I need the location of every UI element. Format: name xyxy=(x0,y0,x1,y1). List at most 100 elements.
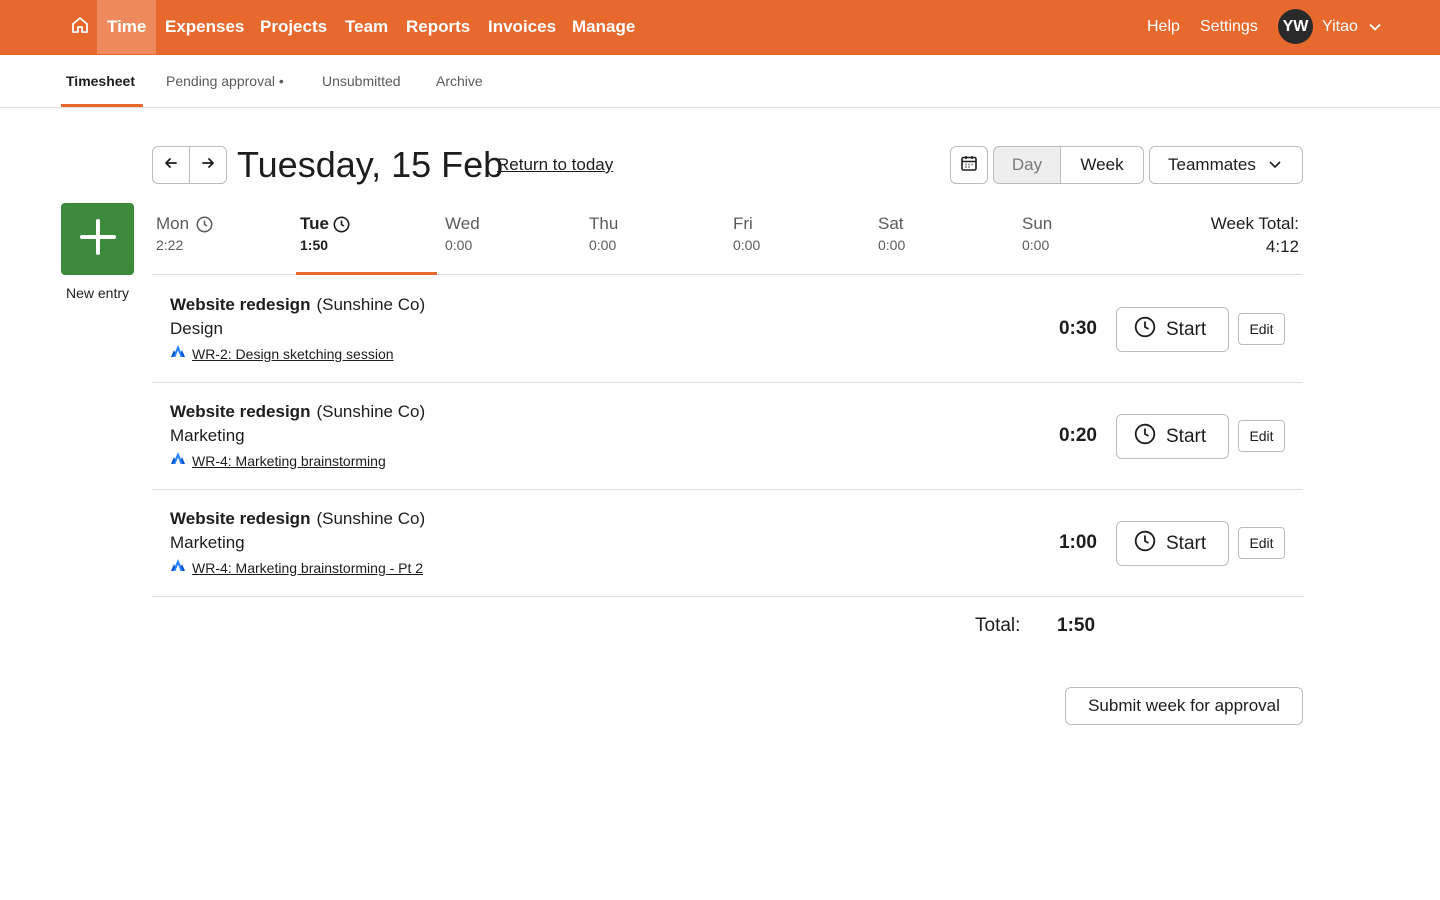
day-total: 0:00 xyxy=(1022,237,1050,253)
settings-link[interactable]: Settings xyxy=(1200,0,1258,54)
next-day-button[interactable] xyxy=(189,146,227,184)
time-entry-row: Website redesign (Sunshine Co) Design WR-… xyxy=(152,276,1303,383)
new-entry-button[interactable] xyxy=(61,203,134,275)
day-total: 0:00 xyxy=(589,237,617,253)
jira-icon xyxy=(170,559,186,576)
home-icon xyxy=(70,15,90,40)
nav-manage[interactable]: Manage xyxy=(572,0,635,54)
entry-duration: 0:30 xyxy=(1058,318,1097,339)
jira-icon xyxy=(170,345,186,362)
calendar-button[interactable] xyxy=(950,146,988,184)
avatar[interactable]: YW xyxy=(1278,9,1313,44)
day-sun[interactable]: Sun 0:00 xyxy=(1018,206,1158,275)
client-name: (Sunshine Co) xyxy=(316,402,426,421)
entry-project: Website redesign (Sunshine Co) xyxy=(170,295,425,315)
clock-icon xyxy=(196,216,213,238)
submit-week-button[interactable]: Submit week for approval xyxy=(1065,687,1303,725)
arrow-left-icon xyxy=(163,155,179,176)
start-label: Start xyxy=(1166,532,1207,554)
sub-nav: Timesheet Pending approval • Unsubmitted… xyxy=(0,55,1440,108)
day-name: Thu xyxy=(589,214,619,233)
active-tab-indicator xyxy=(61,104,143,107)
view-day-toggle[interactable]: Day xyxy=(993,146,1061,184)
time-entry-row: Website redesign (Sunshine Co) Marketing … xyxy=(152,383,1303,490)
page-title: Tuesday, 15 Feb xyxy=(237,144,504,185)
day-total: 0:00 xyxy=(733,237,761,253)
nav-team[interactable]: Team xyxy=(345,0,388,54)
nav-expenses[interactable]: Expenses xyxy=(165,0,244,54)
day-name: Sun xyxy=(1022,214,1053,233)
project-name: Website redesign xyxy=(170,509,311,528)
jira-issue-link[interactable]: WR-4: Marketing brainstorming - Pt 2 xyxy=(192,560,423,576)
week-total-value: 4:12 xyxy=(1265,237,1299,256)
day-thu[interactable]: Thu 0:00 xyxy=(585,206,725,275)
entry-project: Website redesign (Sunshine Co) xyxy=(170,402,425,422)
active-day-indicator xyxy=(296,272,437,275)
jira-reference: WR-2: Design sketching session xyxy=(170,345,394,362)
time-entry-row: Website redesign (Sunshine Co) Marketing … xyxy=(152,490,1303,597)
day-total: 0:00 xyxy=(445,237,473,253)
chevron-down-icon xyxy=(1269,161,1281,169)
start-timer-button[interactable]: Start xyxy=(1116,521,1229,566)
nav-invoices[interactable]: Invoices xyxy=(488,0,556,54)
tab-unsubmitted[interactable]: Unsubmitted xyxy=(322,55,401,108)
edit-entry-button[interactable]: Edit xyxy=(1238,313,1285,345)
tab-timesheet[interactable]: Timesheet xyxy=(66,55,135,108)
nav-projects[interactable]: Projects xyxy=(260,0,327,54)
entry-duration: 1:00 xyxy=(1058,532,1097,553)
start-timer-button[interactable]: Start xyxy=(1116,307,1229,352)
jira-issue-link[interactable]: WR-2: Design sketching session xyxy=(192,346,394,362)
view-week-toggle[interactable]: Week xyxy=(1060,146,1144,184)
client-name: (Sunshine Co) xyxy=(316,295,426,314)
entry-task: Marketing xyxy=(170,533,245,552)
calendar-icon xyxy=(960,154,978,177)
teammates-dropdown[interactable]: Teammates xyxy=(1149,146,1303,184)
new-entry-label: New entry xyxy=(65,285,130,301)
day-total: 2:22 xyxy=(156,237,184,253)
jira-reference: WR-4: Marketing brainstorming xyxy=(170,452,386,469)
top-nav: Time Expenses Projects Team Reports Invo… xyxy=(0,0,1440,55)
project-name: Website redesign xyxy=(170,295,311,314)
day-sat[interactable]: Sat 0:00 xyxy=(874,206,1014,275)
day-name: Sat xyxy=(878,214,904,233)
start-timer-button[interactable]: Start xyxy=(1116,414,1229,459)
edit-entry-button[interactable]: Edit xyxy=(1238,527,1285,559)
jira-issue-link[interactable]: WR-4: Marketing brainstorming xyxy=(192,453,386,469)
day-name: Wed xyxy=(445,214,480,233)
nav-time[interactable]: Time xyxy=(97,0,157,54)
day-total-value: 1:50 xyxy=(1057,615,1096,636)
day-fri[interactable]: Fri 0:00 xyxy=(729,206,869,275)
day-total-label: Total: xyxy=(975,615,1021,636)
plus-icon xyxy=(78,217,118,262)
tab-archive[interactable]: Archive xyxy=(436,55,483,108)
clock-icon xyxy=(1134,316,1156,344)
nav-reports[interactable]: Reports xyxy=(406,0,470,54)
week-total-label: Week Total: xyxy=(1210,214,1299,233)
day-name: Fri xyxy=(733,214,753,233)
user-menu[interactable]: Yitao xyxy=(1322,0,1358,54)
previous-day-button[interactable] xyxy=(152,146,190,184)
start-label: Start xyxy=(1166,425,1207,447)
project-name: Website redesign xyxy=(170,402,311,421)
day-name: Mon xyxy=(156,214,190,233)
clock-icon xyxy=(1134,530,1156,558)
day-total: 0:00 xyxy=(878,237,906,253)
arrow-right-icon xyxy=(200,155,216,176)
return-to-today-link[interactable]: Return to today xyxy=(497,155,613,175)
home-button[interactable] xyxy=(64,11,96,43)
help-link[interactable]: Help xyxy=(1147,0,1180,54)
day-tue[interactable]: Tue 1:50 xyxy=(296,206,437,275)
edit-entry-button[interactable]: Edit xyxy=(1238,420,1285,452)
jira-reference: WR-4: Marketing brainstorming - Pt 2 xyxy=(170,559,423,576)
entry-task: Design xyxy=(170,319,223,338)
start-label: Start xyxy=(1166,318,1207,340)
teammates-label: Teammates xyxy=(1168,155,1256,174)
tab-pending-approval[interactable]: Pending approval • xyxy=(166,55,284,108)
day-strip: Mon 2:22 Tue 1:50 Wed 0:00 Thu 0:00 Fri … xyxy=(152,206,1303,275)
day-mon[interactable]: Mon 2:22 xyxy=(152,206,292,275)
entry-project: Website redesign (Sunshine Co) xyxy=(170,509,425,529)
chevron-down-icon[interactable] xyxy=(1368,20,1382,39)
day-wed[interactable]: Wed 0:00 xyxy=(441,206,581,275)
day-name: Tue xyxy=(300,214,329,233)
clock-icon xyxy=(333,216,350,238)
